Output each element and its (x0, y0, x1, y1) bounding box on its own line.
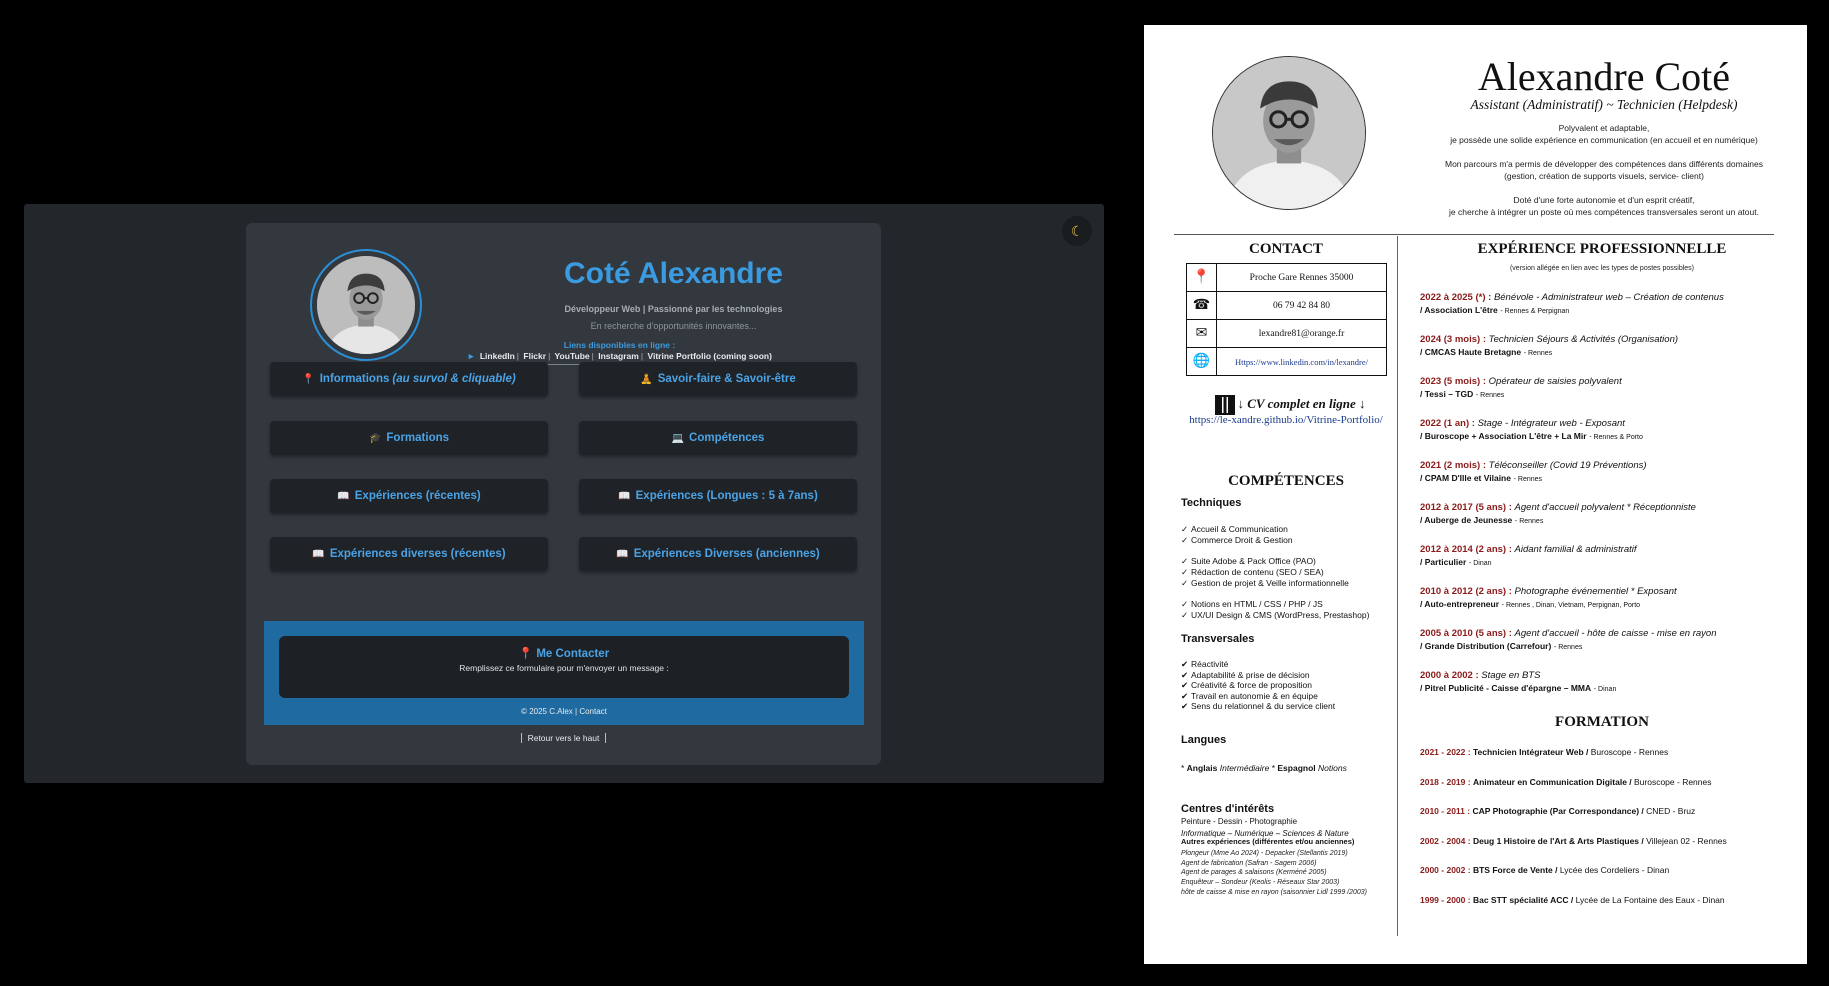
technical-skills: ✓ Accueil & Communication ✓ Commerce Droit… (1181, 524, 1370, 620)
experience-subtitle: (version allégée en lien avec les types … (1509, 265, 1695, 272)
cv-document: Alexandre Coté Assistant (Administratif)… (1144, 25, 1807, 964)
link-youtube[interactable]: YouTube (555, 351, 590, 361)
education-heading: FORMATION (1555, 714, 1649, 730)
experience-item: 2022 (1 an) : Stage - Intégrateur web - … (1420, 418, 1643, 441)
site-subtitle: Développeur Web | Passionné par les tech… (564, 304, 783, 314)
contact-title: 📍 Me Contacter (518, 648, 610, 660)
experience-item: 2010 à 2012 (2 ans) : Photographe événem… (1420, 586, 1677, 609)
education-item: 2018 - 2019 : Animateur en Communication… (1420, 777, 1712, 787)
experiences-diverses-recentes-button[interactable]: 📖 Expériences diverses (récentes) (270, 537, 548, 571)
phone-icon: ☎ (1186, 291, 1217, 320)
contact-form[interactable]: 📍 Me Contacter Remplissez ce formulaire … (279, 636, 849, 698)
meditation-icon: 🧘 (640, 373, 653, 385)
contact-email[interactable]: lexandre81@orange.fr (1216, 319, 1387, 348)
link-portfolio[interactable]: Vitrine Portfolio (coming soon) (647, 351, 772, 361)
transversal-skills: ✔ Réactivité ✔ Adaptabilité & prise de déc… (1181, 659, 1336, 711)
experiences-recentes-button[interactable]: 📖 Expériences (récentes) (270, 479, 548, 513)
contact-description: Remplissez ce formulaire pour m'envoyer … (459, 663, 669, 673)
profile-card: Coté Alexandre Développeur Web | Passion… (246, 223, 881, 765)
competences-button[interactable]: 💻 Compétences (579, 421, 857, 455)
experiences-longues-button[interactable]: 📖 Expériences (Longues : 5 à 7ans) (579, 479, 857, 513)
profile-photo (317, 256, 415, 354)
back-to-top-link[interactable]: Retour vers le haut (246, 733, 881, 743)
technical-heading: Techniques (1181, 497, 1242, 509)
education-item: 2000 - 2002 : BTS Force de Vente / Lycée… (1420, 865, 1670, 875)
full-cv-link[interactable]: https://le-xandre.github.io/Vitrine-Port… (1174, 414, 1398, 426)
contact-phone[interactable]: 06 79 42 84 80 (1216, 291, 1387, 320)
site-tagline: En recherche d'opportunités innovantes..… (590, 321, 757, 331)
experience-item: 2012 à 2017 (5 ans) : Agent d'accueil po… (1420, 502, 1696, 525)
full-cv-label: ↓ CV complet en ligne ↓ (1190, 395, 1390, 415)
other-experiences: Autres expériences (différentes et/ou an… (1181, 837, 1367, 896)
cv-role: Assistant (Administratif) ~ Technicien (… (1470, 97, 1738, 112)
experience-item: 2022 à 2025 (*) : Bénévole - Administrat… (1420, 292, 1724, 315)
book-icon: 📖 (618, 490, 631, 502)
interests: Centres d'intérêts Peinture - Dessin - P… (1181, 803, 1349, 838)
cv-intro: Polyvalent et adaptable, je possède une s… (1444, 123, 1764, 217)
experience-item: 2021 (2 mois) : Téléconseiller (Covid 19… (1420, 460, 1647, 483)
languages: * Anglais Intermédiaire * Espagnol Notio… (1181, 763, 1347, 773)
moon-icon[interactable]: ☾ (1062, 216, 1092, 246)
website-window: ☾ Coté Alexandre Développeur Web | Passi… (24, 204, 1104, 783)
link-instagram[interactable]: Instagram (598, 351, 639, 361)
book-icon: 📖 (312, 548, 325, 560)
education-item: 2021 - 2022 : Technicien Intégrateur Web… (1420, 747, 1669, 757)
formations-button[interactable]: 🎓 Formations (270, 421, 548, 455)
globe-icon: 🌐 (1186, 347, 1217, 376)
qr-code-icon (1214, 395, 1235, 415)
informations-button[interactable]: 📍 Informations (au survol & cliquable) (270, 362, 548, 396)
cv-name: Alexandre Coté (1477, 54, 1731, 99)
book-icon: 📖 (337, 490, 350, 502)
map-pin-icon: 📍 (1186, 263, 1217, 292)
cv-photo (1212, 56, 1366, 210)
pin-icon: 📍 (302, 373, 315, 385)
experience-heading: EXPÉRIENCE PROFESSIONNELLE (1477, 241, 1727, 257)
savoir-faire-button[interactable]: 🧘 Savoir-faire & Savoir-être (579, 362, 857, 396)
skills-heading: COMPÉTENCES (1228, 473, 1344, 489)
education-item: 1999 - 2000 : Bac STT spécialité ACC / L… (1420, 895, 1725, 905)
transversal-heading: Transversales (1181, 633, 1255, 645)
experience-item: 2000 à 2002 : Stage en BTS / Pitrel Publ… (1420, 670, 1617, 693)
contact-linkedin[interactable]: Https://www.linkedin.com/in/lexandre/ (1216, 347, 1387, 376)
contact-address: Proche Gare Rennes 35000 (1216, 263, 1387, 292)
experiences-diverses-anciennes-button[interactable]: 📖 Expériences Diverses (anciennes) (579, 537, 857, 571)
divider (1397, 236, 1398, 936)
pin-icon: 📍 (518, 648, 534, 660)
languages-heading: Langues (1181, 734, 1227, 746)
footer: © 2025 C.Alex | Contact (521, 707, 607, 716)
experience-item: 2012 à 2014 (2 ans) : Aidant familial & … (1420, 544, 1637, 567)
book-icon: 📖 (616, 548, 629, 560)
link-flickr[interactable]: Flickr (523, 351, 546, 361)
links-heading: Liens disponibles en ligne : (563, 340, 676, 350)
laptop-icon: 💻 (671, 432, 685, 444)
mail-icon: ✉ (1186, 319, 1217, 348)
graduation-cap-icon: 🎓 (368, 432, 382, 444)
play-arrow-icon: ► (467, 351, 476, 361)
site-title: Coté Alexandre (564, 257, 783, 290)
experience-item: 2024 (3 mois) : Technicien Séjours & Act… (1420, 334, 1679, 357)
contact-heading: CONTACT (1249, 241, 1323, 257)
contact-table: 📍 Proche Gare Rennes 35000 ☎ 06 79 42 84… (1186, 263, 1387, 376)
links-line: ► LinkedIn | Flickr | YouTube | Instagram | … (467, 351, 772, 361)
divider (1174, 234, 1774, 235)
experience-item: 2023 (5 mois) : Opérateur de saisies pol… (1420, 376, 1622, 399)
education-item: 2002 - 2004 : Deug 1 Histoire de l'Art &… (1420, 836, 1727, 846)
contact-section: 📍 Me Contacter Remplissez ce formulaire … (264, 621, 864, 725)
education-item: 2010 - 2011 : CAP Photographie (Par Corr… (1420, 806, 1696, 816)
avatar (310, 249, 422, 361)
link-linkedin[interactable]: LinkedIn (480, 351, 515, 361)
experience-item: 2005 à 2010 (5 ans) : Agent d'accueil - … (1420, 628, 1717, 651)
